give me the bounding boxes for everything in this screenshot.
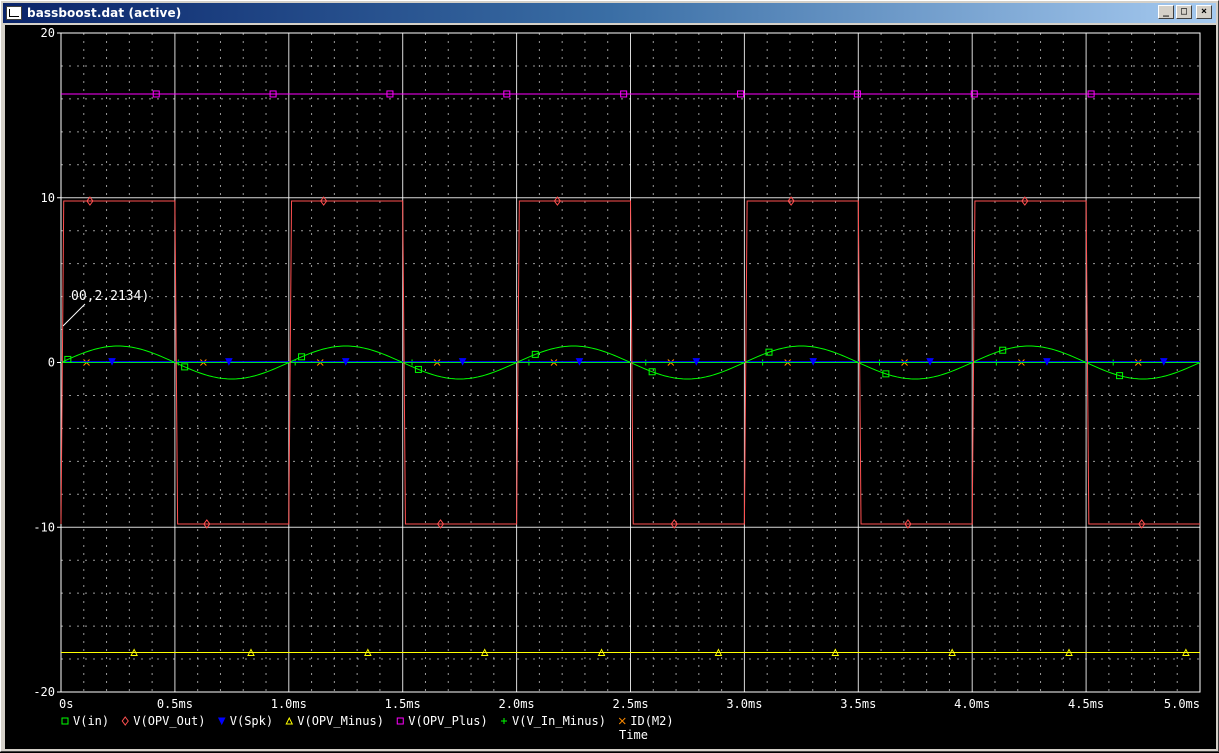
x-tick-label: 0s [59, 697, 73, 711]
legend-marker [217, 717, 226, 726]
series-marker [759, 359, 766, 366]
legend-label: V(OPV_Plus) [408, 714, 487, 728]
waveform-chart[interactable]: 20 10 0 -10 -20 0s 0.5ms 1.0ms 1.5ms 2.0ms 2.5ms 3.… [5, 25, 1216, 749]
plot-window: bassboost.dat (active) _ □ × 20 10 0 -10 -20… [0, 0, 1219, 752]
legend-label: V(OPV_Minus) [297, 714, 384, 728]
series-marker [525, 359, 532, 366]
plot-area[interactable]: 20 10 0 -10 -20 0s 0.5ms 1.0ms 1.5ms 2.0ms 2.5ms 3.… [5, 25, 1216, 749]
legend-label: V(OPV_Out) [133, 714, 205, 728]
maximize-button[interactable]: □ [1176, 5, 1192, 19]
legend-label: V(Spk) [230, 714, 273, 728]
x-tick-label: 1.5ms [385, 697, 421, 711]
legend-label: ID(M2) [630, 714, 673, 728]
y-tick-label: 0 [48, 356, 55, 370]
x-tick-label: 1.0ms [271, 697, 307, 711]
y-tick-label: 10 [41, 191, 55, 205]
legend-marker [618, 717, 626, 725]
close-button[interactable]: × [1196, 5, 1212, 19]
legend-item: V(V_In_Minus) [501, 714, 606, 728]
x-tick-label: 5.0ms [1164, 697, 1200, 711]
y-tick-label: 20 [41, 26, 55, 40]
legend-item: V(OPV_Plus) [396, 714, 488, 728]
legend-marker [285, 716, 294, 725]
series-marker [1110, 359, 1117, 366]
annotation-label: 00,2.2134) [71, 289, 149, 304]
x-tick-label: 0.5ms [157, 697, 193, 711]
series-marker [876, 359, 883, 366]
legend-item: ID(M2) [618, 714, 674, 728]
x-tick-label: 4.5ms [1068, 697, 1104, 711]
legend-marker [121, 716, 129, 726]
x-tick-label: 3.0ms [726, 697, 762, 711]
probe-app-icon[interactable] [6, 6, 22, 20]
legend-marker [396, 717, 404, 725]
legend-marker [501, 718, 507, 724]
series-marker [642, 359, 649, 366]
x-tick-label: 4.0ms [954, 697, 990, 711]
x-tick-label: 2.0ms [499, 697, 535, 711]
series-marker [409, 359, 416, 366]
legend-item: V(OPV_Minus) [285, 714, 384, 728]
title-bar[interactable]: bassboost.dat (active) _ □ × [3, 3, 1216, 23]
y-tick-label: -10 [33, 520, 55, 534]
legend-label: V(V_In_Minus) [512, 714, 606, 728]
legend-item: V(in) [61, 714, 109, 728]
series-marker [993, 359, 1000, 366]
x-axis-title: Time [619, 728, 648, 742]
legend-item: V(OPV_Out) [121, 714, 206, 728]
legend-label: V(in) [73, 714, 109, 728]
legend-item: V(Spk) [217, 714, 273, 728]
x-tick-label: 3.5ms [840, 697, 876, 711]
legend-marker [61, 717, 69, 725]
y-tick-label: -20 [33, 685, 55, 699]
x-tick-label: 2.5ms [612, 697, 648, 711]
annotation-leader-line [62, 303, 86, 327]
window-title: bassboost.dat (active) [27, 6, 182, 20]
minimize-button[interactable]: _ [1158, 5, 1174, 19]
